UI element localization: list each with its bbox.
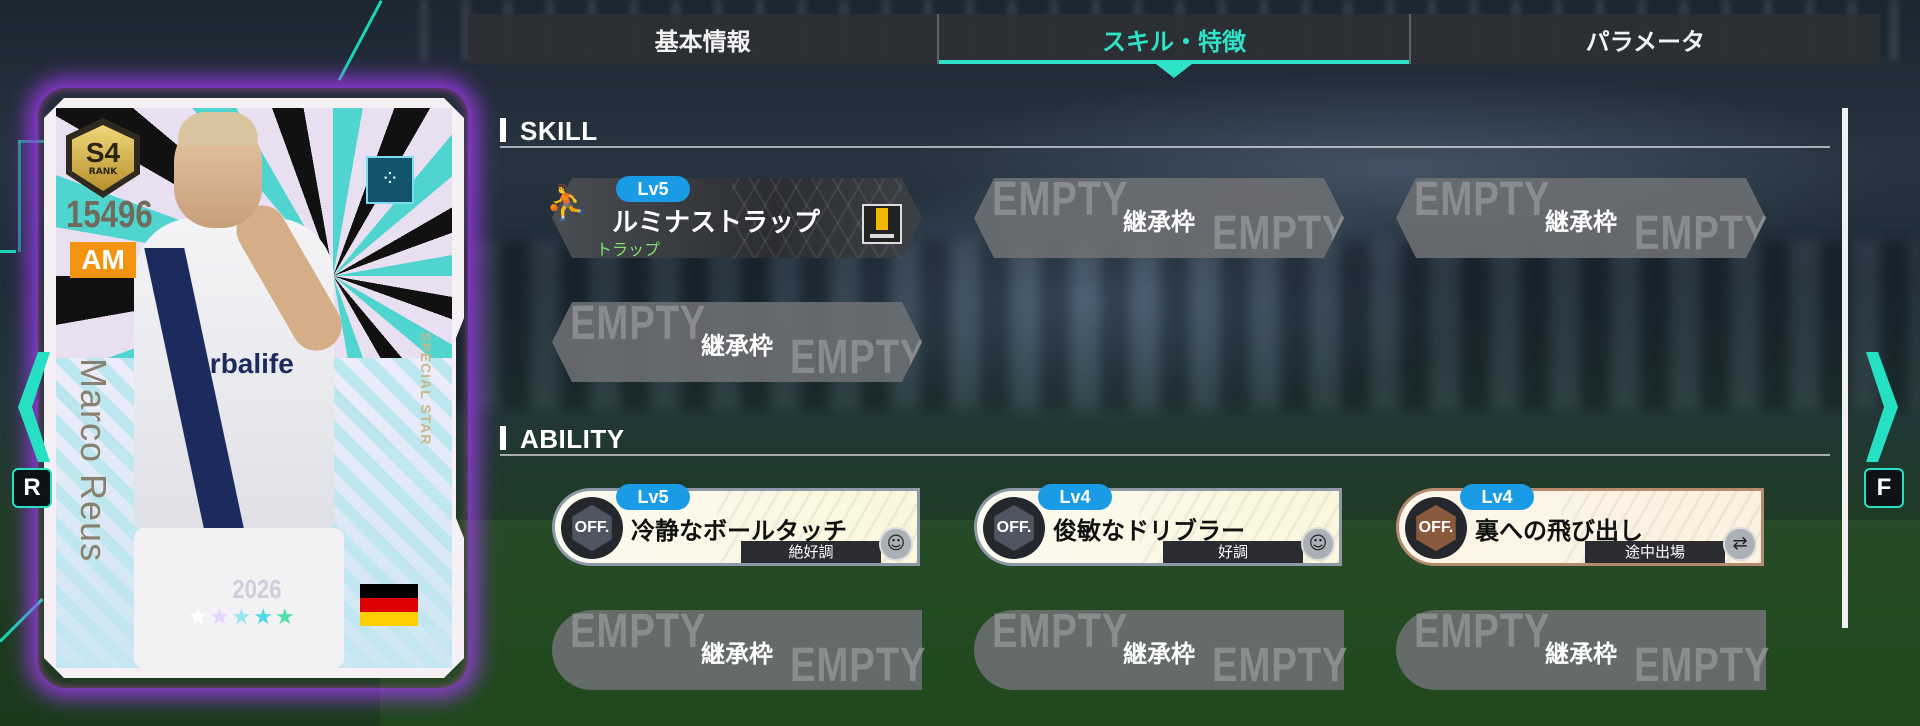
- tab-skills-traits[interactable]: スキル・特徴: [937, 14, 1409, 64]
- level-badge: Lv4: [1038, 484, 1112, 510]
- inherit-slot-label: 継承枠: [701, 640, 773, 668]
- tab-basic-info[interactable]: 基本情報: [468, 14, 937, 64]
- ability-slot-5[interactable]: EMPTY EMPTY 継承枠: [974, 605, 1347, 692]
- deco-line: [337, 0, 383, 81]
- level-badge: Lv5: [616, 484, 690, 510]
- offense-badge: OFF.: [1405, 497, 1467, 559]
- rank-value: S4: [85, 137, 121, 168]
- rank-label: RANK: [88, 167, 118, 177]
- scrollbar[interactable]: [1842, 108, 1848, 628]
- smile-icon: ☺: [879, 527, 913, 561]
- condition-label: 絶好調: [741, 541, 881, 563]
- tab-parameters[interactable]: パラメータ: [1408, 14, 1880, 64]
- smile-icon: ☺: [1301, 527, 1335, 561]
- offense-badge: OFF.: [561, 497, 623, 559]
- skill-category: トラップ: [596, 240, 661, 259]
- key-hint-left[interactable]: R: [12, 468, 52, 508]
- ability-slot-4[interactable]: EMPTY EMPTY 継承枠: [552, 605, 925, 692]
- condition-label: 途中出場: [1585, 541, 1725, 563]
- play-style-icon: ⁘: [366, 156, 414, 204]
- scrollbar-thumb[interactable]: [1842, 108, 1848, 628]
- condition-label: 好調: [1163, 541, 1303, 563]
- player-name: Marco Reus: [73, 358, 114, 563]
- inherit-slot-label: 継承枠: [1545, 208, 1617, 236]
- tab-bar: 基本情報 スキル・特徴 パラメータ: [468, 14, 1880, 64]
- inherit-slot-label: 継承枠: [1123, 208, 1195, 236]
- star-rating: ★ ★ ★ ★ ★: [188, 606, 295, 630]
- skill-section-header: SKILL: [500, 116, 1830, 148]
- skill-name: ルミナストラップ: [612, 208, 821, 238]
- skill-slot-4[interactable]: EMPTY EMPTY 継承枠: [552, 302, 922, 382]
- section-bar: [500, 118, 506, 142]
- player-trap-icon: ⛹: [545, 183, 589, 223]
- card-year: 2026: [232, 574, 282, 604]
- position-badge: AM: [70, 242, 136, 278]
- star-icon: ★: [253, 605, 273, 630]
- deco-line: [0, 250, 16, 253]
- ability-slot-2[interactable]: OFF. 俊敏なドリブラー 好調 ☺: [974, 488, 1342, 566]
- star-icon: ★: [274, 605, 295, 630]
- chevron-left-icon: [18, 352, 50, 462]
- overall-rating: 15496: [66, 194, 153, 236]
- trap-type-icon: [862, 204, 902, 244]
- skill-slot-2[interactable]: EMPTY EMPTY 継承枠: [974, 178, 1344, 258]
- section-title: SKILL: [520, 116, 598, 146]
- substitute-icon: ⇄: [1723, 527, 1757, 561]
- inherit-slot-label: 継承枠: [1545, 640, 1617, 668]
- level-badge: Lv4: [1460, 484, 1534, 510]
- inherit-slot-label: 継承枠: [1123, 640, 1195, 668]
- star-icon: ★: [188, 605, 208, 630]
- player-card: Herbalife S4 RANK 15496 AM Marco Reus SP…: [44, 98, 464, 678]
- skill-slot-1[interactable]: ルミナストラップ トラップ: [552, 178, 922, 258]
- jersey-sponsor: Herbalife: [174, 348, 294, 379]
- ability-section-header: ABILITY: [500, 424, 1830, 456]
- section-bar: [500, 426, 506, 450]
- ability-slot-1[interactable]: OFF. 冷静なボールタッチ 絶好調 ☺: [552, 488, 920, 566]
- skill-slot-3[interactable]: EMPTY EMPTY 継承枠: [1396, 178, 1766, 258]
- ability-slot-6[interactable]: EMPTY EMPTY 継承枠: [1396, 605, 1769, 692]
- ability-slot-3[interactable]: OFF. 裏への飛び出し 途中出場 ⇄: [1396, 488, 1764, 566]
- key-hint-right[interactable]: F: [1864, 468, 1904, 508]
- edition-label: SPECIAL STAR: [418, 332, 434, 446]
- active-tab-pointer: [1156, 64, 1192, 78]
- level-badge: Lv5: [616, 176, 690, 202]
- player-hair: [178, 112, 258, 146]
- previous-player-arrow[interactable]: [10, 352, 50, 462]
- deco-line: [0, 598, 44, 643]
- next-player-arrow[interactable]: [1866, 352, 1906, 462]
- section-title: ABILITY: [520, 424, 625, 454]
- star-icon: ★: [209, 605, 230, 630]
- star-icon: ★: [231, 605, 252, 630]
- offense-badge: OFF.: [983, 497, 1045, 559]
- chevron-right-icon: [1866, 352, 1898, 462]
- deco-line: [18, 140, 21, 252]
- inherit-slot-label: 継承枠: [701, 332, 773, 360]
- germany-flag-icon: [360, 584, 418, 626]
